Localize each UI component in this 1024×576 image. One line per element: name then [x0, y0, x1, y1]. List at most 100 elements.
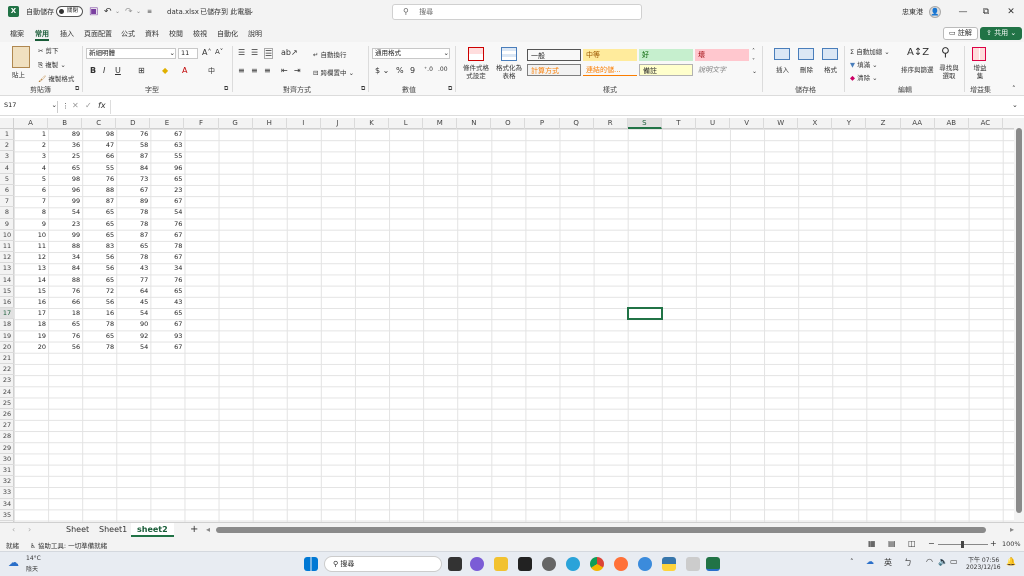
- row-header-11[interactable]: 11: [0, 241, 14, 253]
- row-header-30[interactable]: 30: [0, 454, 14, 465]
- column-header-b[interactable]: B: [48, 118, 83, 129]
- row-header-2[interactable]: 2: [0, 140, 14, 152]
- style-good[interactable]: 好: [639, 49, 693, 61]
- cell-c14[interactable]: 65: [82, 275, 116, 286]
- cell-a19[interactable]: 19: [14, 331, 48, 342]
- cell-a14[interactable]: 14: [14, 275, 48, 286]
- style-bad[interactable]: 壞: [695, 49, 749, 61]
- row-header-27[interactable]: 27: [0, 420, 14, 432]
- insert-function-icon[interactable]: fx: [98, 101, 106, 110]
- edge-icon[interactable]: [566, 557, 580, 571]
- style-calculation[interactable]: 計算方式: [527, 64, 581, 76]
- cell-b13[interactable]: 84: [48, 263, 82, 274]
- style-note[interactable]: 備註: [639, 64, 693, 76]
- chrome-icon[interactable]: [590, 557, 604, 571]
- prev-sheet-icon[interactable]: ‹: [6, 523, 21, 537]
- column-header-q[interactable]: Q: [560, 118, 594, 129]
- cell-a10[interactable]: 10: [14, 230, 48, 241]
- customize-toolbar-icon[interactable]: ≡: [147, 0, 152, 24]
- column-header-f[interactable]: F: [185, 118, 219, 129]
- column-header-y[interactable]: Y: [832, 118, 867, 129]
- find-select-button[interactable]: 尋找與選取: [937, 64, 961, 80]
- cell-b19[interactable]: 76: [48, 331, 82, 342]
- cell-e20[interactable]: 67: [150, 342, 184, 353]
- cell-c18[interactable]: 78: [82, 319, 116, 330]
- row-header-14[interactable]: 14: [0, 275, 14, 286]
- redo-icon[interactable]: ↷: [125, 0, 133, 24]
- clock-time[interactable]: 下午 07:56: [968, 555, 999, 564]
- orientation-icon[interactable]: ab↗: [281, 48, 298, 57]
- cell-e6[interactable]: 23: [150, 185, 184, 196]
- decrease-decimal-icon[interactable]: .00: [438, 66, 448, 73]
- tab-review[interactable]: 校閱: [169, 27, 183, 41]
- cell-d11[interactable]: 65: [116, 241, 150, 252]
- comma-icon[interactable]: 9: [410, 66, 415, 75]
- settings-gear-icon[interactable]: [542, 557, 556, 571]
- row-header-10[interactable]: 10: [0, 230, 14, 241]
- currency-icon[interactable]: $ ⌄: [375, 66, 389, 75]
- sort-filter-icon[interactable]: A↕Z: [907, 47, 929, 58]
- cell-e1[interactable]: 67: [150, 129, 184, 140]
- cell-c11[interactable]: 83: [82, 241, 116, 252]
- font-size-select[interactable]: 11: [178, 48, 198, 59]
- cell-a6[interactable]: 6: [14, 185, 48, 196]
- number-launcher-icon[interactable]: ⧉: [448, 85, 452, 93]
- tab-page-layout[interactable]: 頁面配置: [84, 27, 112, 41]
- row-header-17[interactable]: 17: [0, 308, 14, 320]
- cell-e15[interactable]: 65: [150, 286, 184, 297]
- cell-c13[interactable]: 56: [82, 263, 116, 274]
- style-linked-cell[interactable]: 連結的儲...: [583, 64, 637, 76]
- save-icon[interactable]: ▣: [89, 0, 98, 24]
- column-header-l[interactable]: L: [389, 118, 424, 129]
- cell-e4[interactable]: 96: [150, 163, 184, 174]
- input-language[interactable]: 英: [884, 557, 892, 568]
- expand-formula-bar-icon[interactable]: ⌄: [1012, 101, 1018, 109]
- close-icon[interactable]: ✕: [996, 0, 1024, 24]
- styles-scroll-down-icon[interactable]: ˅: [752, 58, 755, 65]
- horizontal-scroll-thumb[interactable]: [216, 527, 986, 533]
- cell-b15[interactable]: 76: [48, 286, 82, 297]
- cell-e9[interactable]: 76: [150, 219, 184, 230]
- column-header-t[interactable]: T: [662, 118, 696, 129]
- cell-b14[interactable]: 88: [48, 275, 82, 286]
- comments-button[interactable]: ▭ 註解: [943, 27, 978, 40]
- column-header-h[interactable]: H: [253, 118, 287, 129]
- column-header-k[interactable]: K: [355, 118, 390, 129]
- scroll-right-icon[interactable]: ▸: [1004, 523, 1020, 537]
- align-middle-icon[interactable]: ☰: [251, 48, 258, 57]
- file-explorer-icon[interactable]: [494, 557, 508, 571]
- zoom-slider[interactable]: [938, 541, 988, 548]
- cell-e10[interactable]: 67: [150, 230, 184, 241]
- cell-e19[interactable]: 93: [150, 331, 184, 342]
- cell-d13[interactable]: 43: [116, 263, 150, 274]
- number-format-select[interactable]: 通用格式 ⌄: [372, 48, 450, 59]
- italic-icon[interactable]: I: [103, 66, 105, 75]
- page-break-view-icon[interactable]: ◫: [908, 539, 916, 548]
- zoom-level[interactable]: 100%: [1002, 540, 1021, 548]
- enter-icon[interactable]: ✓: [85, 101, 92, 110]
- column-header-g[interactable]: G: [219, 118, 253, 129]
- cell-e18[interactable]: 67: [150, 319, 184, 330]
- cell-a15[interactable]: 15: [14, 286, 48, 297]
- speaker-icon[interactable]: 🔈: [938, 557, 948, 566]
- cell-d18[interactable]: 90: [116, 319, 150, 330]
- cell-a8[interactable]: 8: [14, 207, 48, 218]
- onedrive-icon[interactable]: ☁: [866, 557, 874, 566]
- tab-formulas[interactable]: 公式: [121, 27, 135, 41]
- cell-a2[interactable]: 2: [14, 140, 48, 151]
- row-header-8[interactable]: 8: [0, 207, 14, 219]
- tab-data[interactable]: 資料: [145, 27, 159, 41]
- borders-icon[interactable]: ⊞: [138, 66, 145, 75]
- cell-d8[interactable]: 78: [116, 207, 150, 218]
- cell-d2[interactable]: 58: [116, 140, 150, 151]
- accessibility-status[interactable]: ♿ 協助工具: 一切準備就緒: [30, 540, 107, 550]
- cell-b6[interactable]: 96: [48, 185, 82, 196]
- column-header-c[interactable]: C: [82, 118, 117, 129]
- cell-c3[interactable]: 66: [82, 151, 116, 162]
- column-header-z[interactable]: Z: [867, 118, 901, 129]
- notification-bell-icon[interactable]: 🔔: [1006, 557, 1016, 566]
- sort-filter-button[interactable]: 排序與篩選: [901, 64, 934, 74]
- cell-e5[interactable]: 65: [150, 174, 184, 185]
- cell-b2[interactable]: 36: [48, 140, 82, 151]
- format-as-table-button[interactable]: 格式化為表格: [494, 64, 524, 80]
